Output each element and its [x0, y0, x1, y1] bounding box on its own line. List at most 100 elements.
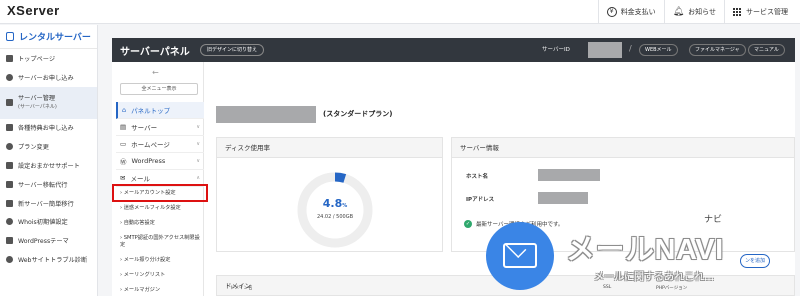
news-link[interactable]: 🔔︎ お知らせ [663, 0, 724, 24]
add-domain-button[interactable]: ンを追加 [740, 254, 771, 268]
server-icon [6, 32, 14, 41]
host-name-label: ホスト名 [466, 174, 489, 180]
sidebar-item-label: Webサイトトラブル診断 [18, 257, 88, 265]
sidebar-item-plan-change[interactable]: プラン変更 [0, 137, 97, 156]
sidebar-item-label: サーバー移転代行 [18, 181, 68, 189]
plan-label: (スタンダードプラン) [323, 110, 393, 118]
sidebar-header[interactable]: レンタルサーバー [0, 25, 97, 49]
submenu-mailing-list[interactable]: › メーリングリスト [120, 272, 204, 279]
service-management-label: サービス管理 [746, 8, 788, 16]
mail-navi-tagline: メールに関するあれこれ… [594, 272, 714, 283]
sidebar-item-whois[interactable]: Whois初期値設定 [0, 213, 97, 232]
left-sidebar: レンタルサーバー トップページ サーバーお申し込み サーバー管理 (サーバーパネル… [0, 25, 98, 296]
screen: XServer ¥ 料金支払い 🔔︎ お知らせ サービス管理 レンタルサーバー … [0, 0, 800, 296]
highlight-box [112, 184, 208, 202]
file-manager-button[interactable]: ファイルマネージャ [689, 44, 746, 56]
sidebar-item-easy-migration[interactable]: 新サーバー簡単移行 [0, 194, 97, 213]
sidebar-item-setup-support[interactable]: 設定おまかせサポート [0, 156, 97, 175]
disk-usage-donut: 4.8% 24.02 / 500GB [295, 170, 375, 250]
chevron-down-icon: ∨ [196, 141, 200, 147]
submenu-mail-sorting[interactable]: › メール振り分け設定 [120, 257, 204, 264]
stethoscope-icon [6, 256, 13, 264]
disk-usage-text: 24.02 / 500GB [316, 214, 354, 220]
manual-button[interactable]: マニュアル [748, 44, 785, 56]
wordpress-icon: Ⓦ [120, 158, 127, 166]
disk-percent-unit: % [342, 203, 348, 209]
news-label: お知らせ [688, 8, 716, 16]
collapse-arrow-icon[interactable]: ← [152, 68, 159, 77]
server-id-redacted [588, 42, 622, 58]
wrench-icon [6, 162, 13, 170]
server-icon: ▤ [120, 123, 127, 131]
billing-link[interactable]: ¥ 料金支払い [597, 0, 664, 24]
globe-icon [6, 218, 13, 226]
top-nav: ¥ 料金支払い 🔔︎ お知らせ サービス管理 [597, 0, 796, 24]
chevron-up-icon: ∧ [196, 175, 200, 181]
top-bar: XServer ¥ 料金支払い 🔔︎ お知らせ サービス管理 [0, 0, 800, 24]
host-name-redacted [538, 169, 600, 181]
mail-navi-title: メールNAVI [566, 234, 724, 266]
panel-title: サーバーパネル [120, 47, 190, 58]
menu-item-homepage[interactable]: ▭ ホームページ ∨ [116, 136, 204, 153]
webmail-button[interactable]: WEBメール [639, 44, 678, 56]
truck-icon [6, 180, 13, 188]
sidebar-item-top[interactable]: トップページ [0, 49, 97, 68]
menu-item-panel-top[interactable]: ⌂ パネルトップ [116, 102, 204, 119]
chevron-down-icon: ∨ [196, 124, 200, 130]
billing-label: 料金支払い [620, 8, 656, 16]
transfer-icon [6, 199, 13, 207]
disk-usage-card: ディスク使用率 4.8% 24.02 / 500GB [216, 137, 443, 252]
menu-item-wordpress[interactable]: Ⓦ WordPress ∨ [116, 153, 204, 170]
show-all-menu-button[interactable]: 全メニュー表示 [120, 83, 198, 95]
service-management-link[interactable]: サービス管理 [724, 0, 796, 24]
disk-percent: 4.8% [295, 197, 375, 210]
yen-icon: ¥ [606, 7, 617, 17]
bell-icon: 🔔︎ [672, 7, 685, 17]
server-panel-header: サーバーパネル 旧デザインに切り替え サーバーID / WEBメール ファイルマ… [112, 38, 795, 62]
disk-usage-title: ディスク使用率 [217, 138, 442, 158]
gift-icon [6, 124, 13, 132]
donut-track [297, 172, 373, 248]
submenu-mail-magazine[interactable]: › メールマガジン [120, 287, 204, 294]
ip-address-label: IPアドレス [466, 197, 495, 203]
submenu-label: メーリングリスト [123, 272, 166, 278]
mail-navi-logo [486, 222, 554, 290]
menu-item-label: WordPress [131, 157, 166, 165]
col-php-version: PHPバージョン [656, 286, 688, 291]
navi-ruby: ナビ [704, 215, 723, 225]
sidebar-item-apply[interactable]: サーバーお申し込み [0, 68, 97, 87]
sidebar-item-label: WordPressテーマ [18, 238, 69, 246]
sidebar-header-label: レンタルサーバー [19, 33, 91, 43]
submenu-label: メール振り分け設定 [123, 257, 171, 263]
browser-icon: ▭ [120, 140, 127, 148]
sidebar-item-benefits[interactable]: 各種特典お申し込み [0, 119, 97, 138]
sidebar-item-sublabel: (サーバーパネル) [18, 103, 57, 110]
submenu-spam-filter[interactable]: › 迷惑メールフィルタ設定 [120, 205, 204, 212]
server-panel-icon [6, 99, 13, 107]
submenu-smtp-restriction[interactable]: › SMTP認証の国外アクセス制限設定 [120, 235, 204, 249]
sidebar-item-migration-service[interactable]: サーバー移転代行 [0, 175, 97, 194]
menu-item-label: パネルトップ [131, 107, 171, 115]
sidebar-item-server-management[interactable]: サーバー管理 (サーバーパネル) [0, 86, 97, 119]
sidebar-item-label: Whois初期値設定 [18, 219, 68, 227]
theme-icon [6, 237, 13, 245]
envelope-icon [503, 236, 537, 268]
sidebar-item-label: サーバーお申し込み [18, 74, 74, 82]
menu-item-server[interactable]: ▤ サーバー ∨ [116, 119, 204, 136]
col-ssl: SSL [603, 285, 612, 290]
sidebar-item-wordpress-theme[interactable]: WordPressテーマ [0, 231, 97, 250]
old-design-button[interactable]: 旧デザインに切り替え [200, 44, 265, 56]
sidebar-item-label: サーバー管理 [18, 94, 56, 102]
disk-percent-value: 4.8 [322, 197, 343, 210]
col-domain-name: ドメイン名 [230, 286, 253, 291]
sidebar-item-web-diagnosis[interactable]: Webサイトトラブル診断 [0, 250, 97, 269]
home-icon: ⌂ [122, 106, 127, 114]
submenu-label: 迷惑メールフィルタ設定 [123, 205, 181, 211]
submenu-label: メールマガジン [123, 287, 161, 293]
menu-item-label: サーバー [131, 124, 158, 132]
server-id-label: サーバーID [542, 47, 570, 53]
check-icon: ✓ [464, 220, 472, 228]
app-logo[interactable]: XServer [7, 3, 60, 18]
panel-menu: ← 全メニュー表示 ⌂ パネルトップ ▤ サーバー ∨ ▭ ホームページ ∨ Ⓦ WordP… [112, 62, 204, 296]
submenu-auto-reply[interactable]: › 自動応答設定 [120, 220, 204, 227]
